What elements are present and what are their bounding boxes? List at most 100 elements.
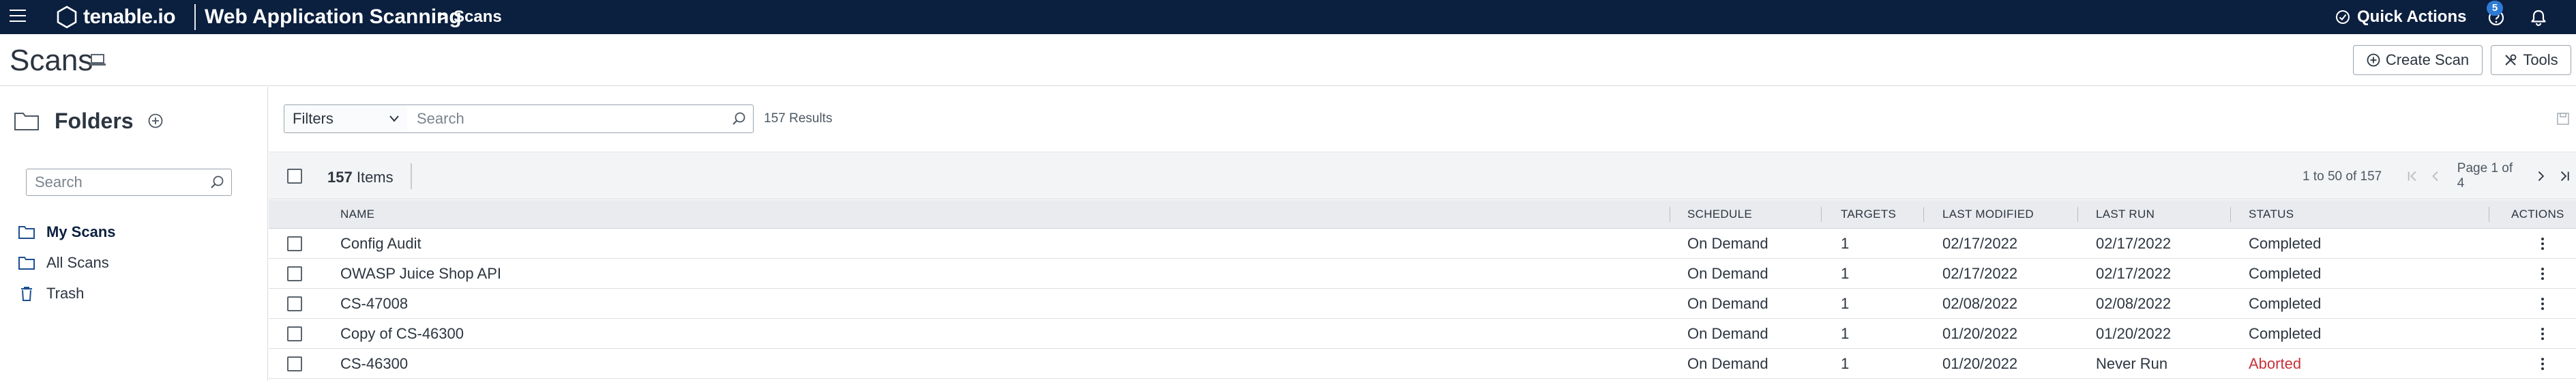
page-indicator[interactable]: Page 1 of 4 xyxy=(2457,161,2518,191)
filter-bar: Filters 157 Results xyxy=(269,87,2576,152)
create-scan-label: Create Scan xyxy=(2385,51,2470,68)
laptop-icon[interactable] xyxy=(89,53,106,68)
more-actions-icon[interactable] xyxy=(2535,236,2550,251)
sidebar-item-my-scans[interactable]: My Scans xyxy=(18,216,116,247)
folder-icon xyxy=(18,225,35,239)
sidebar-item-trash[interactable]: Trash xyxy=(18,278,116,309)
cell-status: Completed xyxy=(2249,295,2322,312)
nav-divider xyxy=(194,4,196,30)
save-icon[interactable] xyxy=(2556,112,2570,126)
more-actions-icon[interactable] xyxy=(2535,266,2550,281)
tools-label: Tools xyxy=(2523,51,2558,68)
row-checkbox[interactable] xyxy=(287,356,302,371)
more-actions-icon[interactable] xyxy=(2535,296,2550,311)
cell-last-run: 02/17/2022 xyxy=(2096,235,2172,252)
tenable-logo[interactable]: tenable.io xyxy=(55,0,176,34)
folder-icon xyxy=(14,113,39,130)
scan-search xyxy=(407,104,754,133)
scan-search-input[interactable] xyxy=(417,105,717,132)
breadcrumb: > Scans xyxy=(439,0,502,34)
page-title: Scans xyxy=(10,44,93,77)
last-page-icon[interactable] xyxy=(2558,169,2571,183)
cell-targets: 1 xyxy=(1841,265,1850,282)
search-icon[interactable] xyxy=(209,175,224,190)
table-row[interactable]: OWASP Juice Shop API On Demand 1 02/17/2… xyxy=(269,259,2576,289)
table-header: NAME SCHEDULE TARGETS LAST MODIFIED LAST… xyxy=(269,200,2576,229)
table-row[interactable]: Config Audit On Demand 1 02/17/2022 02/1… xyxy=(269,229,2576,259)
cell-targets: 1 xyxy=(1841,235,1850,252)
more-actions-icon[interactable] xyxy=(2535,326,2550,341)
cell-status: Completed xyxy=(2249,325,2322,342)
next-page-icon[interactable] xyxy=(2534,169,2547,183)
table-row[interactable]: CS-46300 On Demand 1 01/20/2022 Never Ru… xyxy=(269,349,2576,379)
row-checkbox[interactable] xyxy=(287,236,302,251)
column-header-name[interactable]: NAME xyxy=(340,200,374,229)
cell-status: Completed xyxy=(2249,265,2322,282)
folders-sidebar: Folders My Scans All Scans xyxy=(0,87,268,381)
trash-icon xyxy=(21,286,32,301)
items-divider xyxy=(411,163,412,189)
pagination-range: 1 to 50 of 157 xyxy=(2303,169,2382,184)
column-divider[interactable] xyxy=(2230,207,2231,222)
row-checkbox[interactable] xyxy=(287,266,302,281)
results-count: 157 Results xyxy=(764,111,833,126)
table-row[interactable]: Copy of CS-46300 On Demand 1 01/20/2022 … xyxy=(269,319,2576,349)
cell-last-run: Never Run xyxy=(2096,355,2168,372)
column-header-last-modified[interactable]: LAST MODIFIED xyxy=(1942,200,2034,229)
notification-count-badge: 5 xyxy=(2487,1,2503,16)
cell-name: Copy of CS-46300 xyxy=(340,325,464,342)
column-header-targets[interactable]: TARGETS xyxy=(1841,200,1896,229)
more-actions-icon[interactable] xyxy=(2535,356,2550,371)
column-header-schedule[interactable]: SCHEDULE xyxy=(1687,200,1752,229)
cell-last-modified: 02/17/2022 xyxy=(1942,265,2018,282)
cell-last-modified: 02/08/2022 xyxy=(1942,295,2018,312)
items-count: 157 Items xyxy=(327,169,394,186)
table-row[interactable]: CS-47008 On Demand 1 02/08/2022 02/08/20… xyxy=(269,289,2576,319)
create-scan-button[interactable]: Create Scan xyxy=(2353,45,2483,75)
filters-dropdown[interactable]: Filters xyxy=(284,104,408,133)
cell-name: CS-46300 xyxy=(340,355,409,372)
items-count-number: 157 xyxy=(327,169,353,186)
cell-last-modified: 02/17/2022 xyxy=(1942,235,2018,252)
breadcrumb-scans[interactable]: Scans xyxy=(454,8,502,26)
row-checkbox[interactable] xyxy=(287,326,302,341)
quick-actions-button[interactable]: Quick Actions xyxy=(2335,0,2466,34)
cell-schedule: On Demand xyxy=(1687,355,1768,372)
bell-icon[interactable] xyxy=(2529,8,2548,27)
folder-list: My Scans All Scans Trash xyxy=(18,216,116,309)
cell-name: OWASP Juice Shop API xyxy=(340,265,502,282)
column-divider[interactable] xyxy=(1923,207,1924,222)
previous-page-icon[interactable] xyxy=(2429,169,2442,183)
product-name[interactable]: Web Application Scanning xyxy=(205,0,462,34)
sidebar-item-all-scans[interactable]: All Scans xyxy=(18,247,116,278)
plus-circle-icon xyxy=(2367,53,2380,67)
column-header-last-run[interactable]: LAST RUN xyxy=(2096,200,2155,229)
sidebar-item-label: My Scans xyxy=(46,223,116,240)
breadcrumb-arrow: > xyxy=(439,8,449,26)
folder-icon xyxy=(18,256,35,270)
folder-search xyxy=(26,169,232,196)
tools-button[interactable]: Tools xyxy=(2491,45,2571,75)
select-all-checkbox[interactable] xyxy=(287,169,302,184)
first-page-icon[interactable] xyxy=(2406,169,2418,183)
column-divider[interactable] xyxy=(2077,207,2078,222)
folder-search-input[interactable] xyxy=(35,169,205,195)
sidebar-item-label: All Scans xyxy=(46,253,109,271)
search-icon[interactable] xyxy=(731,111,746,126)
hamburger-menu-icon[interactable] xyxy=(10,10,26,25)
add-folder-icon[interactable] xyxy=(147,113,164,129)
cell-schedule: On Demand xyxy=(1687,235,1768,252)
logo-text: tenable.io xyxy=(83,5,176,28)
cell-schedule: On Demand xyxy=(1687,265,1768,282)
cell-status: Completed xyxy=(2249,235,2322,252)
scans-table-body: Config Audit On Demand 1 02/17/2022 02/1… xyxy=(269,229,2576,379)
top-nav-bar: tenable.io Web Application Scanning > Sca… xyxy=(0,0,2576,34)
cell-last-modified: 01/20/2022 xyxy=(1942,355,2018,372)
column-divider[interactable] xyxy=(1821,207,1822,222)
pagination: Page 1 of 4 xyxy=(2401,161,2576,190)
cell-targets: 1 xyxy=(1841,355,1850,372)
cell-last-run: 02/17/2022 xyxy=(2096,265,2172,282)
row-checkbox[interactable] xyxy=(287,296,302,311)
items-bar: 157 Items 1 to 50 of 157 Page 1 of 4 xyxy=(269,152,2576,199)
column-header-status[interactable]: STATUS xyxy=(2249,200,2294,229)
